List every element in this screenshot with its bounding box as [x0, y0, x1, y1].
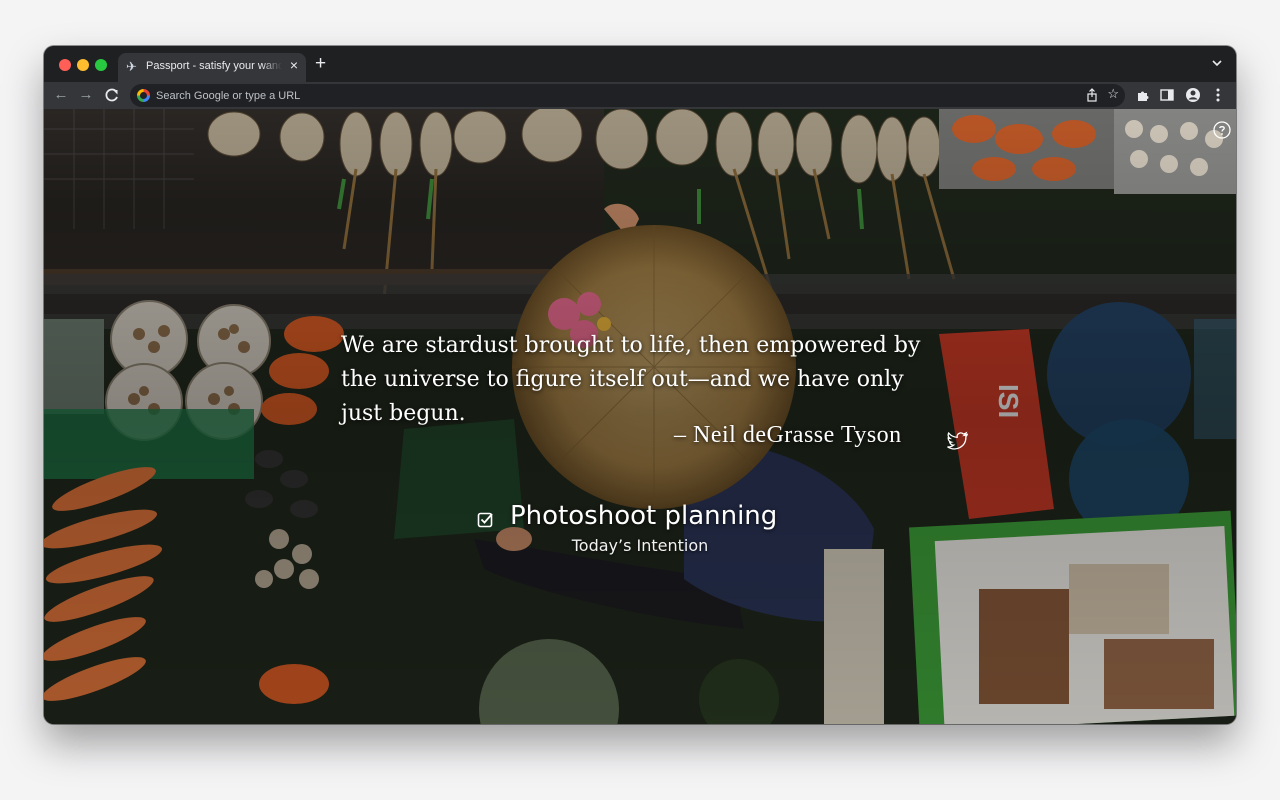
- twitter-icon[interactable]: [947, 431, 969, 451]
- forward-button[interactable]: →: [76, 85, 96, 105]
- intention-label: Today’s Intention: [571, 536, 709, 555]
- new-tab-button[interactable]: +: [315, 53, 326, 75]
- maximize-window-button[interactable]: [95, 59, 107, 71]
- new-tab-page: ISI We are stardust brought to life, the…: [44, 109, 1236, 724]
- browser-toolbar: ← → ☆: [44, 82, 1236, 109]
- address-bar-input[interactable]: [156, 84, 756, 107]
- reload-icon[interactable]: [102, 85, 122, 105]
- intention-title[interactable]: Photoshoot planning: [510, 501, 777, 531]
- more-menu-icon[interactable]: [1210, 87, 1226, 103]
- help-icon[interactable]: [1213, 121, 1231, 139]
- extensions-icon[interactable]: [1135, 87, 1151, 103]
- minimize-window-button[interactable]: [77, 59, 89, 71]
- back-button[interactable]: ←: [51, 85, 71, 105]
- side-panel-icon[interactable]: [1159, 87, 1175, 103]
- tab-title: Passport - satisfy your wanderlust: [146, 60, 282, 72]
- checkbox-icon[interactable]: [477, 511, 495, 529]
- close-icon[interactable]: ×: [290, 57, 298, 73]
- tab-passport[interactable]: ✈ Passport - satisfy your wanderlust ×: [118, 53, 306, 82]
- chevron-down-icon[interactable]: [1210, 56, 1224, 70]
- bookmark-star-icon[interactable]: ☆: [1107, 86, 1119, 102]
- quote-author: – Neil deGrasse Tyson: [674, 422, 902, 448]
- omnibox[interactable]: ☆: [130, 84, 1125, 107]
- share-icon[interactable]: [1085, 88, 1099, 102]
- close-window-button[interactable]: [59, 59, 71, 71]
- profile-icon[interactable]: [1185, 87, 1201, 103]
- airplane-icon: ✈: [126, 59, 137, 74]
- google-icon: [137, 89, 150, 102]
- quote-text: We are stardust brought to life, then em…: [341, 333, 921, 426]
- tab-strip: ✈ Passport - satisfy your wanderlust × +: [44, 46, 1236, 82]
- browser-window: ✈ Passport - satisfy your wanderlust × +…: [44, 46, 1236, 724]
